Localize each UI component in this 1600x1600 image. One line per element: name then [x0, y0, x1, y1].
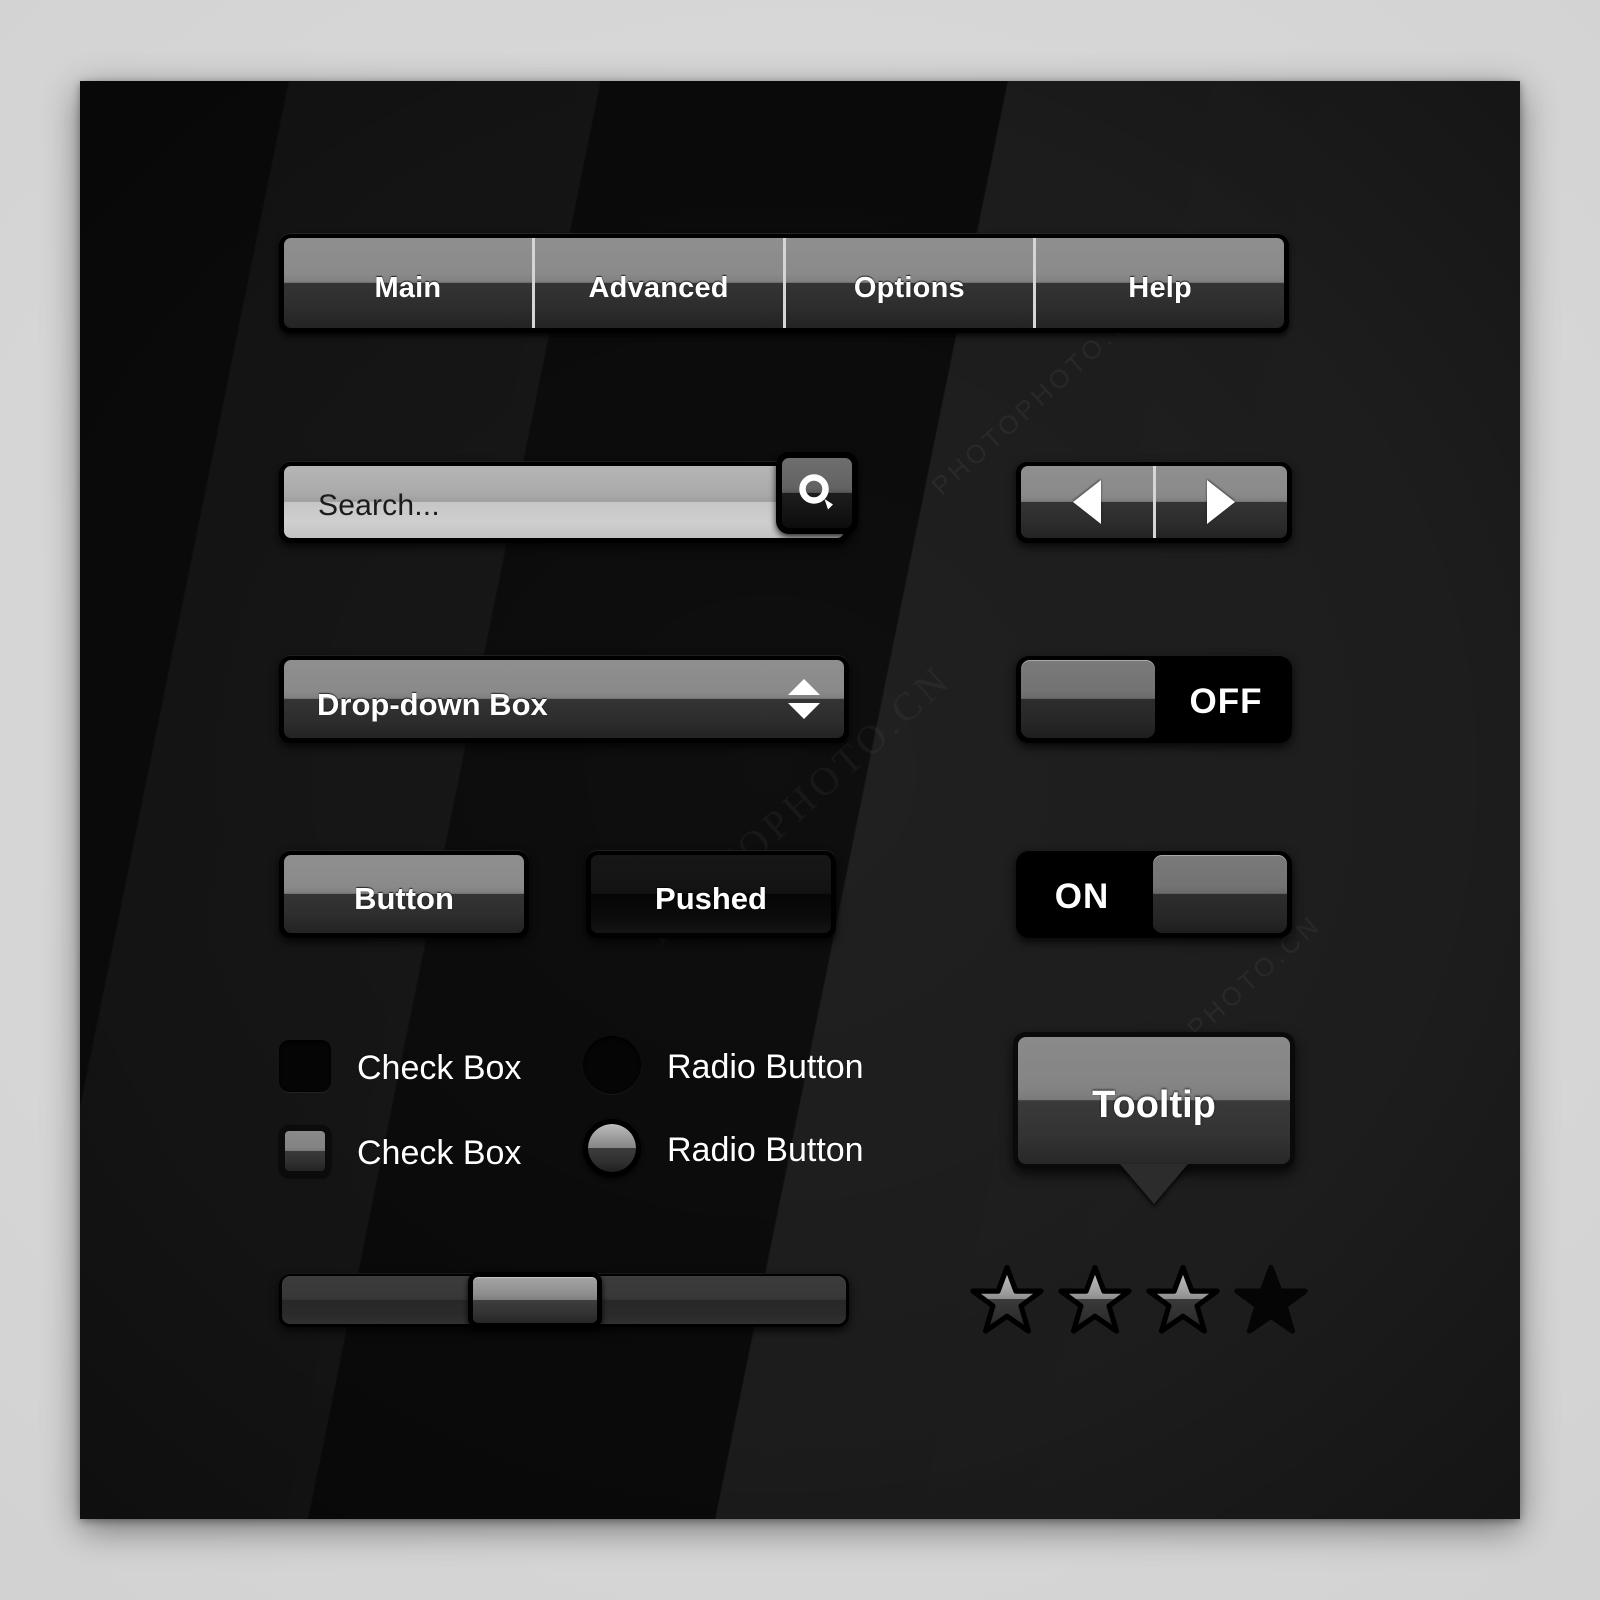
slider[interactable] [279, 1272, 849, 1328]
radio-row-unselected: Radio Button [583, 1036, 864, 1094]
checkbox-row-checked: Check Box [279, 1125, 521, 1177]
slider-track[interactable] [282, 1272, 846, 1328]
toggle-knob[interactable] [1153, 855, 1287, 933]
star-icon-filled[interactable] [970, 1263, 1044, 1337]
checkbox-row-unchecked: Check Box [279, 1040, 521, 1092]
nav-buttons-group [1016, 461, 1292, 543]
tab-help[interactable]: Help [1033, 238, 1284, 328]
radio-row-selected: Radio Button [583, 1119, 864, 1177]
tab-label: Main [374, 271, 442, 304]
tooltip-tail [1120, 1164, 1188, 1204]
dropdown-box[interactable]: Drop-down Box [279, 655, 849, 743]
star-rating [970, 1263, 1308, 1337]
checkbox-checked[interactable] [279, 1125, 331, 1177]
checkbox-unchecked[interactable] [279, 1040, 331, 1092]
tooltip: Tooltip [1013, 1032, 1295, 1210]
tooltip-label: Tooltip [1092, 1084, 1216, 1126]
search-input-value: Search... [318, 489, 440, 522]
dropdown-selected-value: Drop-down Box [317, 687, 548, 722]
radio-unselected[interactable] [583, 1036, 641, 1094]
triangle-right-icon [1207, 480, 1236, 524]
search-button[interactable] [776, 452, 858, 534]
search-input[interactable]: Search... [284, 466, 844, 538]
prev-button[interactable] [1021, 466, 1153, 538]
star-icon-empty[interactable] [1234, 1263, 1308, 1337]
search-bar: Search... [279, 452, 858, 543]
triangle-up-icon[interactable] [788, 679, 820, 695]
ui-kit-panel: PHOTOPHOTO.CN PHOTOPHOTO.CN PHOTO.CN Mai… [80, 81, 1520, 1519]
star-icon-filled[interactable] [1146, 1263, 1220, 1337]
toggle-switch-on[interactable]: ON [1016, 850, 1292, 938]
toggle-label: ON [1054, 877, 1110, 916]
button-label: Button [354, 881, 454, 916]
radio-label: Radio Button [667, 1130, 864, 1169]
tab-advanced[interactable]: Advanced [531, 238, 783, 328]
toggle-label: OFF [1189, 682, 1263, 721]
tab-bar: Main Advanced Options Help [279, 233, 1289, 333]
toggle-knob[interactable] [1021, 660, 1155, 738]
slider-thumb[interactable] [468, 1272, 603, 1328]
checkbox-label: Check Box [357, 1133, 522, 1172]
radio-label: Radio Button [667, 1047, 864, 1086]
tab-label: Help [1128, 271, 1192, 304]
next-button[interactable] [1152, 466, 1287, 538]
button-label: Pushed [655, 881, 767, 916]
star-icon-filled[interactable] [1058, 1263, 1132, 1337]
tab-label: Options [853, 271, 965, 304]
toggle-switch-off[interactable]: OFF [1016, 655, 1292, 743]
triangle-left-icon [1072, 480, 1101, 524]
search-icon [799, 474, 833, 510]
triangle-down-icon[interactable] [788, 703, 820, 719]
dropdown-spinner [788, 679, 820, 719]
button-pushed[interactable]: Pushed [586, 850, 836, 938]
tab-main[interactable]: Main [284, 238, 532, 328]
button-normal[interactable]: Button [279, 850, 529, 938]
checkbox-label: Check Box [357, 1048, 522, 1087]
tab-label: Advanced [588, 271, 729, 304]
tab-options[interactable]: Options [782, 238, 1034, 328]
radio-selected[interactable] [583, 1119, 641, 1177]
